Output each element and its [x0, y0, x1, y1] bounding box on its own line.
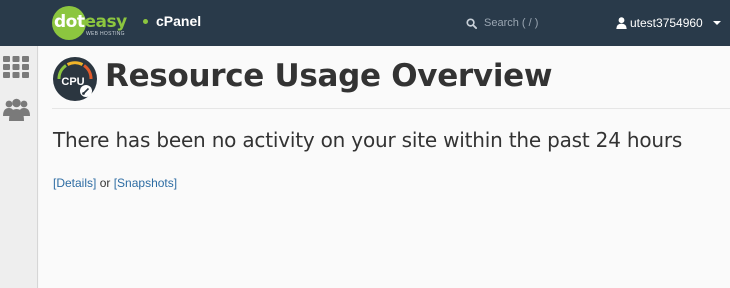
- logo-easy-text: easy: [84, 12, 127, 32]
- brand-separator-dot: [143, 19, 148, 24]
- sidebar: [0, 46, 38, 288]
- activity-message: There has been no activity on your site …: [53, 128, 683, 152]
- search-icon: [466, 18, 477, 29]
- top-navbar: doteasy WEB HOSTING cPanel utest3754960: [0, 0, 730, 46]
- detail-links: [Details] or [Snapshots]: [53, 176, 177, 190]
- page-title: Resource Usage Overview: [105, 58, 553, 94]
- user-icon: [616, 17, 627, 29]
- user-menu[interactable]: utest3754960: [616, 15, 721, 31]
- logo-subtitle: WEB HOSTING: [86, 31, 125, 37]
- cpanel-brand[interactable]: cPanel: [156, 13, 201, 29]
- details-link[interactable]: [Details]: [53, 176, 96, 190]
- main-content: CPU Resource Usage Overview There has be…: [39, 46, 730, 288]
- grid-icon[interactable]: [3, 55, 30, 79]
- users-icon[interactable]: [3, 97, 30, 121]
- search-input[interactable]: [484, 13, 594, 33]
- logo-wordmark: doteasy: [54, 12, 127, 32]
- doteasy-logo[interactable]: doteasy WEB HOSTING: [52, 3, 132, 41]
- or-separator: or: [96, 176, 114, 190]
- chevron-down-icon: [712, 21, 721, 25]
- title-divider: [52, 108, 730, 109]
- username-label: utest3754960: [630, 16, 703, 30]
- cpu-gauge-icon: CPU: [53, 57, 97, 101]
- logo-dot-text: dot: [54, 12, 85, 32]
- snapshots-link[interactable]: [Snapshots]: [114, 176, 177, 190]
- cpu-icon-label: CPU: [61, 76, 84, 88]
